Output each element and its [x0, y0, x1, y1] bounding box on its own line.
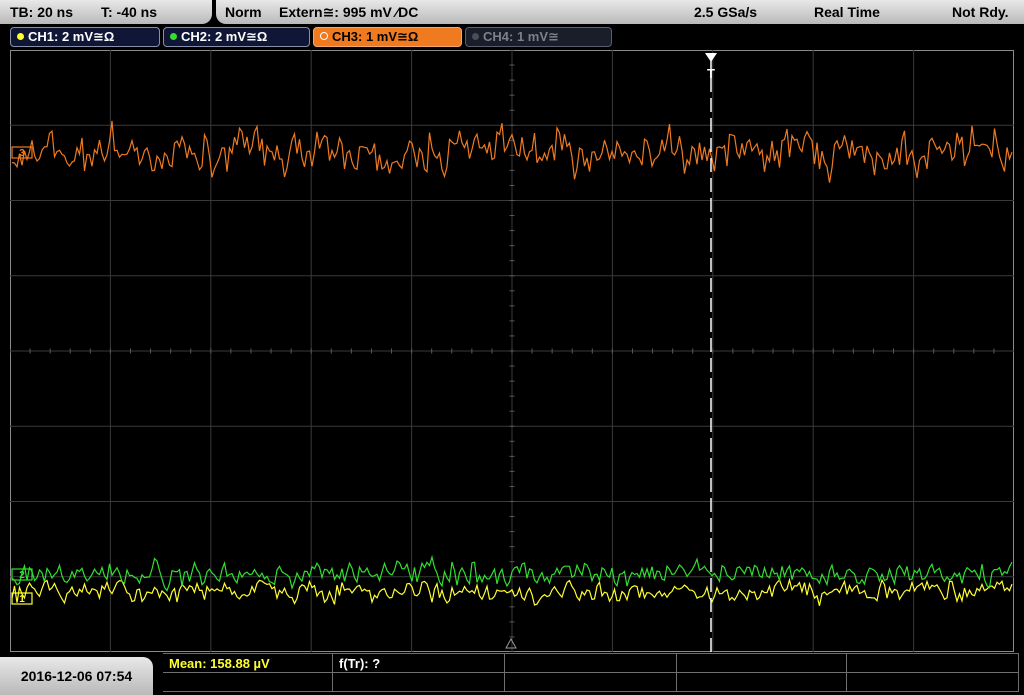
- ch2-label: CH2: 2 mV≅Ω: [181, 29, 268, 44]
- trigger-mode: Norm: [225, 4, 262, 20]
- measurement-slot-9[interactable]: [677, 673, 847, 692]
- ch2-marker-label: 2: [19, 570, 25, 581]
- measurement-mean[interactable]: Mean: 158.88 µV: [163, 654, 333, 673]
- trigger-status-panel[interactable]: Norm Extern≅: 995 mV ⁄DC 2.5 GSa/s Real …: [216, 0, 1024, 24]
- date-time: 2016-12-06 07:54: [0, 657, 153, 695]
- acquisition-state: Not Rdy.: [952, 4, 1009, 20]
- ch1-color-dot: [17, 33, 24, 40]
- measurement-slot-10[interactable]: [847, 673, 1019, 692]
- waveform-screen[interactable]: T 3 2 1: [10, 50, 1014, 652]
- trigger-marker-label: T: [707, 66, 715, 81]
- tab-ch4[interactable]: CH4: 1 mV≅: [465, 27, 612, 47]
- measurement-slot-5[interactable]: [847, 654, 1019, 673]
- ch3-marker-label: 3: [19, 148, 25, 159]
- sample-rate: 2.5 GSa/s: [694, 4, 758, 20]
- tab-ch3[interactable]: CH3: 1 mV≅Ω: [313, 27, 462, 47]
- measurement-slot-3[interactable]: [505, 654, 677, 673]
- ch1-marker-label: 1: [19, 594, 25, 605]
- trigger-offset-value: T: -40 ns: [101, 4, 158, 20]
- tab-ch1[interactable]: CH1: 2 mV≅Ω: [10, 27, 160, 47]
- measurement-slot-4[interactable]: [677, 654, 847, 673]
- measurement-slot-8[interactable]: [505, 673, 677, 692]
- timebase-panel[interactable]: TB: 20 ns T: -40 ns: [0, 0, 212, 24]
- measurement-slot-6[interactable]: [163, 673, 333, 692]
- timebase-value: TB: 20 ns: [10, 4, 74, 20]
- ch4-color-dot: [472, 33, 479, 40]
- measurement-slot-7[interactable]: [333, 673, 505, 692]
- measurement-frequency[interactable]: f(Tr): ?: [333, 654, 505, 673]
- acquisition-mode: Real Time: [814, 4, 880, 20]
- ch3-color-dot: [320, 32, 328, 40]
- ch2-color-dot: [170, 33, 177, 40]
- tab-ch2[interactable]: CH2: 2 mV≅Ω: [163, 27, 310, 47]
- trigger-source: Extern≅: 995 mV ⁄DC: [279, 4, 419, 20]
- ch3-label: CH3: 1 mV≅Ω: [332, 29, 419, 44]
- oscilloscope-display: TB: 20 ns T: -40 ns Norm Extern≅: 995 mV…: [0, 0, 1024, 695]
- ch4-label: CH4: 1 mV≅: [483, 29, 559, 44]
- ch1-label: CH1: 2 mV≅Ω: [28, 29, 115, 44]
- measurement-table: Mean: 158.88 µV f(Tr): ?: [163, 653, 1019, 694]
